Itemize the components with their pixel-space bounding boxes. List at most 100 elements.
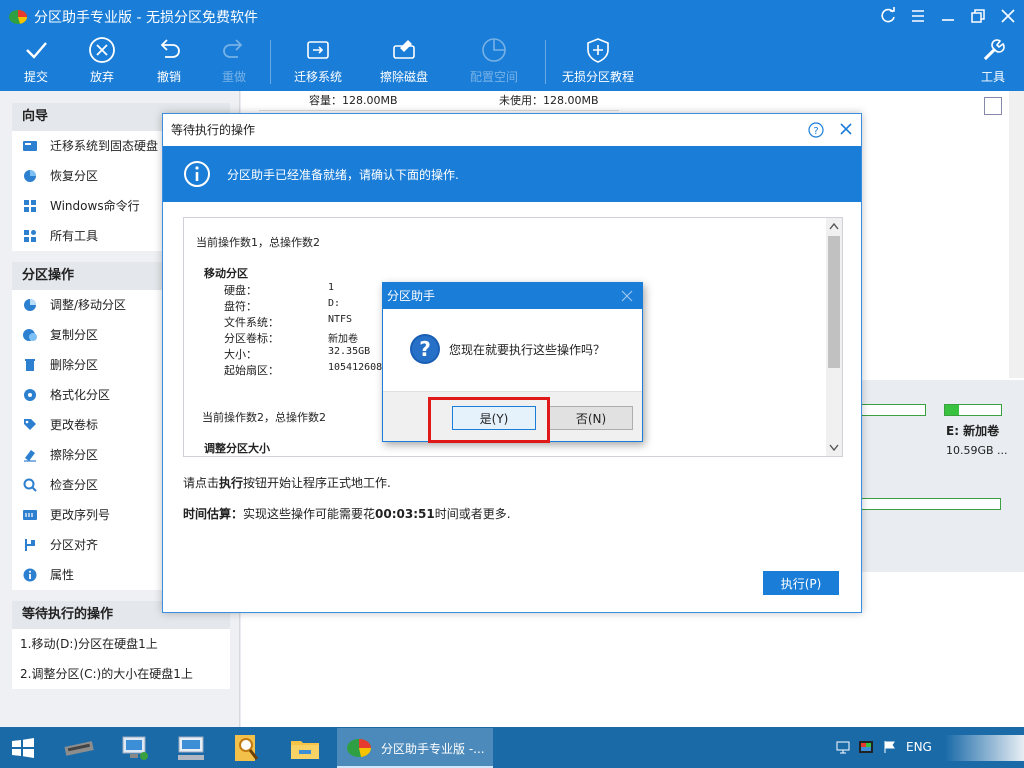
unused-text: 未使用：128.00MB bbox=[499, 94, 599, 107]
magnifier-icon bbox=[23, 478, 37, 492]
scroll-up-icon[interactable] bbox=[829, 222, 839, 230]
allocate-space-label: 配置空间 bbox=[469, 70, 518, 84]
active-task-label: 分区助手专业版 -... bbox=[381, 742, 485, 756]
partition-bar-e[interactable] bbox=[944, 404, 1002, 416]
partition-bar[interactable] bbox=[860, 404, 926, 416]
list-scrollbar[interactable] bbox=[826, 218, 842, 456]
field-value: 32.35GB bbox=[328, 346, 371, 357]
computer-icon[interactable] bbox=[174, 732, 208, 764]
sidebar-item-label: 调整/移动分区 bbox=[50, 298, 127, 312]
capacity-text: 容量：128.00MB bbox=[309, 94, 398, 107]
sidebar-item-label: 擦除分区 bbox=[50, 448, 99, 462]
toolbar-divider bbox=[270, 40, 271, 84]
tutorial-button[interactable]: 无损分区教程 bbox=[560, 36, 636, 88]
flag-tray-icon[interactable] bbox=[882, 740, 896, 754]
sidebar-item-label: 删除分区 bbox=[50, 358, 99, 372]
undo-icon bbox=[160, 39, 180, 58]
highlight-box bbox=[428, 397, 550, 443]
sidebar-item-label: 迁移系统到固态硬盘 bbox=[50, 139, 159, 153]
discard-label: 放弃 bbox=[89, 70, 114, 84]
info-banner: 分区助手已经准备就绪，请确认下面的操作. bbox=[163, 146, 861, 202]
cancel-circle-icon bbox=[89, 37, 115, 63]
search-tool-icon[interactable] bbox=[230, 732, 264, 764]
field-key: 分区卷标： bbox=[224, 332, 279, 345]
scroll-down-icon[interactable] bbox=[829, 444, 839, 452]
commit-button[interactable]: 提交 bbox=[18, 36, 54, 88]
field-value: D: bbox=[328, 298, 341, 309]
serial-icon bbox=[23, 510, 37, 520]
op1-title: 移动分区 bbox=[204, 267, 248, 280]
sidebar-item-label: 格式化分区 bbox=[50, 388, 111, 402]
field-key: 大小： bbox=[224, 348, 257, 361]
sidebar-item-label: 分区对齐 bbox=[50, 538, 99, 552]
scroll-thumb[interactable] bbox=[828, 236, 840, 368]
tag-icon bbox=[24, 419, 36, 430]
minimize-icon[interactable] bbox=[938, 6, 958, 26]
pie-chart-icon bbox=[482, 38, 506, 62]
info-icon bbox=[23, 568, 37, 582]
field-value: NTFS bbox=[328, 314, 353, 325]
field-key: 硬盘： bbox=[224, 284, 257, 297]
color-tray-icon[interactable] bbox=[858, 740, 874, 754]
field-key: 文件系统： bbox=[224, 316, 279, 329]
redo-button[interactable]: 重做 bbox=[216, 36, 252, 88]
migrate-os-button[interactable]: 迁移系统 bbox=[290, 36, 346, 88]
network-tray-icon[interactable] bbox=[836, 741, 850, 755]
partition-bar[interactable] bbox=[860, 498, 1001, 510]
hint-bold: 执行 bbox=[219, 476, 244, 490]
svg-text:?: ? bbox=[419, 337, 431, 361]
tray-clock-area[interactable] bbox=[945, 735, 1024, 761]
tools-button[interactable]: 工具 bbox=[976, 36, 1010, 88]
close-icon[interactable] bbox=[621, 290, 633, 302]
no-button[interactable]: 否(N) bbox=[549, 406, 633, 430]
wipe-disk-button[interactable]: 擦除磁盘 bbox=[376, 36, 432, 88]
undo-label: 撤销 bbox=[156, 70, 181, 84]
windows-start-icon[interactable] bbox=[6, 732, 40, 764]
sidebar-item-label: 所有工具 bbox=[50, 229, 99, 243]
allocate-space-button[interactable]: 配置空间 bbox=[466, 36, 522, 88]
discard-button[interactable]: 放弃 bbox=[84, 36, 120, 88]
align-icon bbox=[25, 539, 35, 551]
pending-op-item[interactable]: 2.调整分区(C:)的大小在硬盘1上 bbox=[12, 659, 230, 689]
pending-ops-panel: 等待执行的操作 1.移动(D:)分区在硬盘1上 2.调整分区(C:)的大小在硬盘… bbox=[12, 601, 230, 689]
folder-icon[interactable] bbox=[288, 732, 322, 764]
hint-suffix: 按钮开始让程序正式地工作. bbox=[243, 476, 391, 490]
close-icon[interactable] bbox=[998, 6, 1018, 26]
close-icon[interactable] bbox=[838, 121, 854, 137]
checkmark-icon bbox=[26, 42, 47, 59]
menu-icon[interactable] bbox=[908, 6, 928, 26]
scrollbar[interactable] bbox=[1009, 91, 1024, 378]
op2-title: 调整分区大小 bbox=[204, 442, 270, 455]
field-key: 盘符： bbox=[224, 300, 257, 313]
taskbar: 分区助手专业版 -... ENG bbox=[0, 727, 1024, 768]
confirm-message: 您现在就要执行这些操作吗？ bbox=[449, 343, 606, 357]
op2-header: 当前操作数2，总操作数2 bbox=[202, 411, 326, 424]
estimate-prefix: 实现这些操作可能需要花 bbox=[243, 507, 376, 521]
copy-icon bbox=[23, 329, 37, 341]
language-indicator[interactable]: ENG bbox=[906, 740, 932, 754]
network-computer-icon[interactable] bbox=[118, 732, 152, 764]
view-toggle-icon[interactable] bbox=[984, 97, 1002, 115]
app-header: 分区助手专业版 - 无损分区免费软件 提交 放弃 撤销 重做 迁移系统 擦除磁盘… bbox=[0, 0, 1024, 91]
restore-partition-icon bbox=[24, 170, 36, 182]
estimate-label: 时间估算： bbox=[183, 507, 244, 521]
memory-chip-icon[interactable] bbox=[62, 732, 96, 764]
sidebar-item-label: 更改序列号 bbox=[50, 508, 111, 522]
app-logo-icon bbox=[9, 10, 27, 24]
help-icon[interactable]: ? bbox=[808, 122, 824, 138]
time-estimate: 时间估算：实现这些操作可能需要花00:03:51时间或者更多. bbox=[183, 505, 511, 522]
sidebar-item-label: 复制分区 bbox=[50, 328, 99, 342]
migrate-disk-icon bbox=[307, 41, 329, 59]
undo-button[interactable]: 撤销 bbox=[151, 36, 187, 88]
execute-button[interactable]: 执行(P) bbox=[763, 571, 839, 595]
redo-icon bbox=[223, 39, 243, 58]
pending-op-item[interactable]: 1.移动(D:)分区在硬盘1上 bbox=[12, 629, 230, 659]
format-icon bbox=[24, 389, 36, 401]
refresh-icon[interactable] bbox=[878, 6, 898, 26]
restore-icon[interactable] bbox=[968, 6, 988, 26]
taskbar-active-app[interactable]: 分区助手专业版 -... bbox=[337, 728, 493, 768]
sidebar-item-label: 恢复分区 bbox=[50, 169, 99, 183]
migrate-os-label: 迁移系统 bbox=[293, 70, 342, 84]
grid-icon bbox=[24, 230, 36, 242]
dialog-title: 等待执行的操作 bbox=[163, 114, 861, 146]
